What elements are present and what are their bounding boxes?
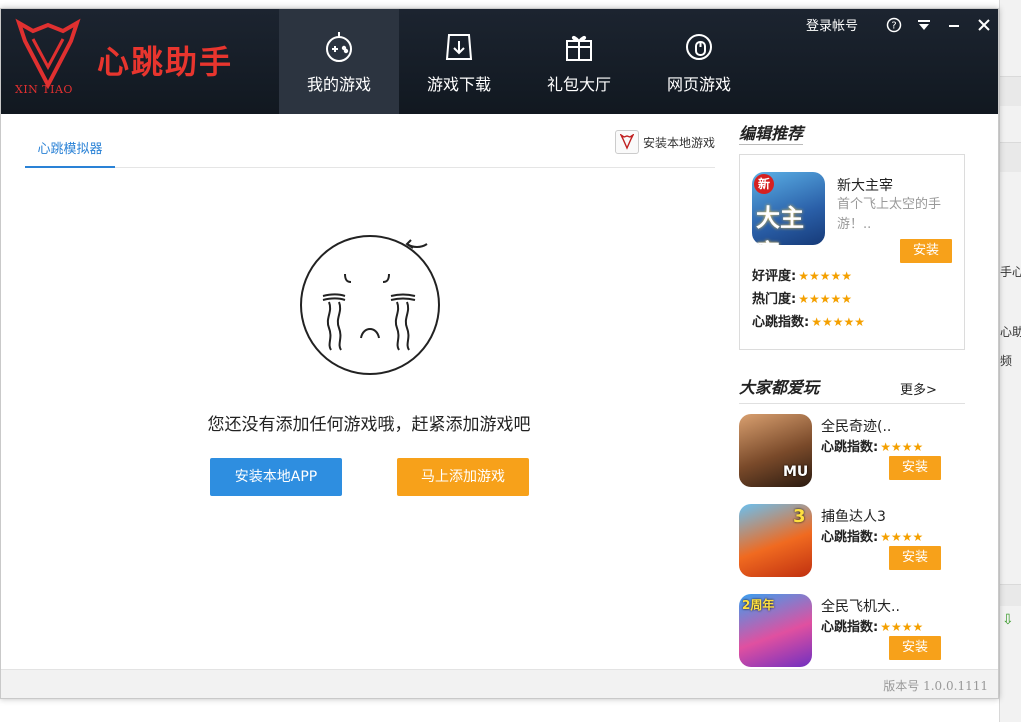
main-nav: 我的游戏 游戏下载 礼包大厅 网页游戏 — [279, 9, 759, 114]
background-bar — [1000, 76, 1021, 106]
heartbeat-index-row: 心跳指数: ★★★★ — [821, 526, 923, 545]
help-icon[interactable]: ? — [886, 17, 902, 33]
heartbeat-index-label: 心跳指数: — [821, 440, 879, 455]
game-icon-text: MU — [783, 464, 809, 480]
featured-game-icon[interactable]: 新 大主宰 — [752, 172, 825, 245]
nav-game-download[interactable]: 游戏下载 — [399, 9, 519, 114]
background-bar — [1000, 142, 1021, 172]
close-icon[interactable] — [976, 17, 992, 33]
status-bar: 版本号 1.0.0.1111 — [1, 669, 998, 698]
featured-install-button[interactable]: 安装 — [900, 239, 952, 263]
install-local-app-button[interactable]: 安装本地APP — [210, 458, 342, 496]
version-label: 版本号 1.0.0.1111 — [883, 679, 988, 693]
crying-face-icon — [300, 235, 440, 375]
game-icon[interactable]: 3 — [739, 504, 812, 577]
popularity-row: 热门度: ★★★★★ — [752, 288, 852, 307]
login-link[interactable]: 登录帐号 — [806, 15, 858, 34]
minimize-icon[interactable] — [946, 17, 962, 33]
featured-game-card: 新 大主宰 新大主宰 首个飞上太空的手游！.. 安装 好评度:★★★★★ 热门度… — [739, 154, 965, 350]
brand-name: 心跳助手 — [97, 43, 234, 81]
background-bar — [1000, 584, 1021, 606]
header: XIN TIAO 心跳助手 我的游戏 游戏下载 礼包大厅 网页游戏 登录帐号 ? — [1, 9, 998, 114]
install-local-game-link[interactable]: 安装本地游戏 — [614, 130, 715, 154]
game-icon[interactable]: MU — [739, 414, 812, 487]
divider — [739, 403, 965, 404]
brand-mini-icon — [614, 130, 639, 154]
star-rating-icon: ★★★★★ — [798, 269, 852, 283]
brand-subtitle: XIN TIAO — [15, 83, 73, 96]
heartbeat-index-label: 心跳指数: — [752, 315, 810, 330]
background-window: 手心网 心助手 频 ⇩ — [999, 0, 1021, 722]
install-button[interactable]: 安装 — [889, 456, 941, 480]
star-rating-icon: ★★★★ — [880, 440, 924, 454]
nav-label: 我的游戏 — [306, 74, 371, 94]
game-name[interactable]: 全民飞机大.. — [821, 596, 900, 616]
game-name[interactable]: 全民奇迹(.. — [821, 416, 891, 436]
star-rating-icon: ★★★★★ — [811, 315, 865, 329]
rating-row: 好评度: ★★★★★ — [752, 265, 852, 284]
editor-picks-title: 编辑推荐 — [739, 124, 804, 143]
nav-label: 游戏下载 — [426, 74, 491, 94]
tab-bar: 心跳模拟器 安装本地游戏 — [25, 130, 715, 168]
install-button[interactable]: 安装 — [889, 546, 941, 570]
featured-game-name[interactable]: 新大主宰 — [837, 175, 893, 195]
background-text: 心助手 — [1000, 325, 1021, 339]
game-icon-text: 3 — [793, 506, 806, 527]
download-icon — [445, 33, 473, 60]
main-panel: 心跳模拟器 安装本地游戏 您还没有添加任何游戏哦，赶紧添加游戏吧 安装本地APP… — [1, 114, 731, 669]
star-rating-icon: ★★★★★ — [798, 292, 852, 306]
recommend-sidebar: 编辑推荐 新 大主宰 新大主宰 首个飞上太空的手游！.. 安装 好评度:★★★★… — [733, 114, 993, 669]
game-list-item: MU 全民奇迹(.. 心跳指数: ★★★★ 安装 — [739, 414, 965, 488]
gift-icon — [566, 35, 592, 61]
web-game-icon — [686, 33, 712, 60]
gamepad-icon — [326, 31, 352, 62]
game-list-item: 2周年 全民飞机大.. 心跳指数: ★★★★ 安装 — [739, 594, 965, 668]
background-text: 手心网 — [1000, 265, 1021, 279]
rating-label: 好评度: — [752, 269, 797, 284]
featured-icon-title: 大主宰 — [756, 204, 804, 245]
svg-text:?: ? — [891, 20, 896, 31]
empty-state-message: 您还没有添加任何游戏哦，赶紧添加游戏吧 — [207, 415, 531, 435]
nav-my-games[interactable]: 我的游戏 — [279, 9, 399, 114]
nav-gift-hall[interactable]: 礼包大厅 — [519, 9, 639, 114]
heartbeat-index-label: 心跳指数: — [821, 530, 879, 545]
install-local-game-label: 安装本地游戏 — [642, 135, 715, 150]
star-rating-icon: ★★★★ — [880, 620, 924, 634]
star-rating-icon: ★★★★ — [880, 530, 924, 544]
heartbeat-index-row: 心跳指数: ★★★★ — [821, 436, 923, 455]
nav-web-games[interactable]: 网页游戏 — [639, 9, 759, 114]
game-list-item: 3 捕鱼达人3 心跳指数: ★★★★ 安装 — [739, 504, 965, 578]
download-arrow-icon: ⇩ — [1002, 612, 1014, 628]
popularity-label: 热门度: — [752, 292, 797, 307]
menu-dropdown-icon[interactable] — [916, 17, 932, 33]
featured-game-desc: 首个飞上太空的手游！.. — [837, 197, 942, 232]
nav-label: 礼包大厅 — [546, 74, 611, 94]
heartbeat-index-label: 心跳指数: — [821, 620, 879, 635]
install-button[interactable]: 安装 — [889, 636, 941, 660]
tab-xintiao-emulator[interactable]: 心跳模拟器 — [25, 136, 115, 168]
add-game-button[interactable]: 马上添加游戏 — [397, 458, 529, 496]
more-link[interactable]: 更多> — [900, 379, 937, 398]
heartbeat-index-row: 心跳指数: ★★★★★ — [752, 311, 865, 330]
new-badge: 新 — [754, 174, 774, 194]
heartbeat-index-row: 心跳指数: ★★★★ — [821, 616, 923, 635]
divider — [739, 144, 803, 145]
popular-games-title: 大家都爱玩 — [739, 378, 820, 397]
game-icon-text: 2周年 — [742, 598, 775, 612]
game-name[interactable]: 捕鱼达人3 — [821, 506, 886, 526]
game-icon[interactable]: 2周年 — [739, 594, 812, 667]
background-text: 频 — [1000, 354, 1013, 368]
nav-label: 网页游戏 — [666, 74, 731, 94]
window-controls: 登录帐号 ? — [806, 15, 992, 34]
app-window: XIN TIAO 心跳助手 我的游戏 游戏下载 礼包大厅 网页游戏 登录帐号 ?… — [0, 8, 999, 699]
